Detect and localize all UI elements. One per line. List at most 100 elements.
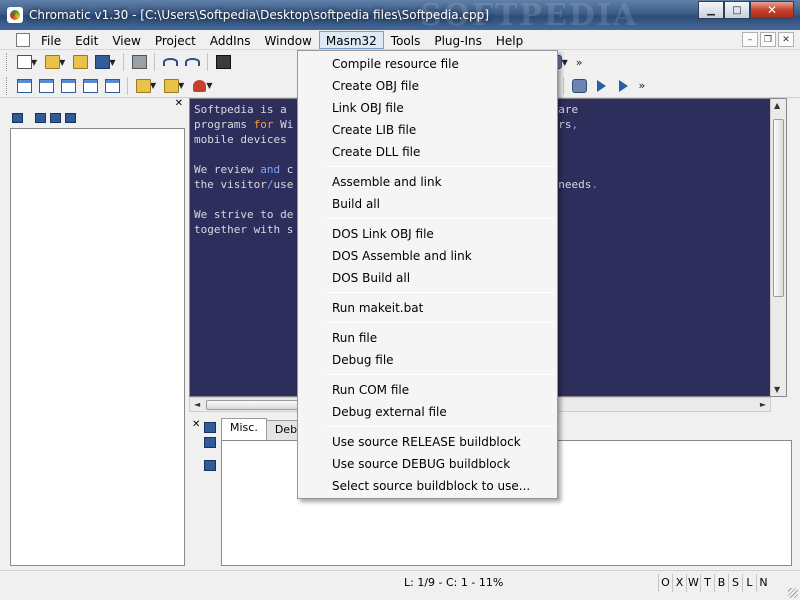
view-panel-3-button[interactable]: [57, 76, 79, 96]
menu-item-select-source-buildblock-to-use[interactable]: Select source buildblock to use...: [298, 475, 557, 497]
more-icon[interactable]: »: [638, 79, 645, 92]
resize-grip-icon[interactable]: [788, 588, 798, 598]
vertical-scrollbar[interactable]: ▲ ▼: [770, 99, 786, 396]
run-button[interactable]: [590, 76, 612, 96]
menu-item-link-obj-file[interactable]: Link OBJ file: [298, 97, 557, 119]
toolbar-grip[interactable]: [6, 53, 9, 71]
undo-button[interactable]: [159, 52, 181, 72]
menu-item-dos-assemble-and-link[interactable]: DOS Assemble and link: [298, 245, 557, 267]
toolbar-separator: [154, 53, 156, 71]
scroll-left-icon[interactable]: ◄: [194, 400, 200, 409]
output-tool-icon[interactable]: [204, 460, 216, 471]
menu-item-run-file[interactable]: Run file: [298, 327, 557, 349]
open-folder-button[interactable]: [69, 52, 91, 72]
view-panel-1-button[interactable]: [13, 76, 35, 96]
menu-separator: [326, 166, 555, 167]
status-flag: N: [756, 574, 770, 592]
menu-file[interactable]: File: [34, 31, 68, 49]
mdi-controls: – ❐ ✕: [742, 32, 794, 47]
mdi-close-button[interactable]: ✕: [778, 32, 794, 47]
toolbar-separator: [127, 76, 128, 95]
masm32-dropdown-menu: Compile resource file Create OBJ file Link…: [297, 50, 558, 499]
menu-item-dos-build-all[interactable]: DOS Build all: [298, 267, 557, 289]
play-icon: [596, 79, 606, 92]
output-tool-icon[interactable]: [204, 437, 216, 448]
redo-button[interactable]: [181, 52, 203, 72]
code-token: ,: [571, 118, 579, 131]
compile-button[interactable]: [568, 76, 590, 96]
play-icon: [618, 79, 628, 92]
print-button[interactable]: [128, 52, 150, 72]
more-icon[interactable]: »: [576, 56, 583, 69]
menu-separator: [326, 322, 555, 323]
menu-item-compile-resource-file[interactable]: Compile resource file: [298, 53, 557, 75]
menu-addins[interactable]: AddIns: [203, 31, 258, 49]
view-panel-4-button[interactable]: [79, 76, 101, 96]
close-icon[interactable]: ✕: [175, 98, 183, 109]
vertical-scroll-thumb[interactable]: [773, 119, 784, 297]
menu-item-create-dll-file[interactable]: Create DLL file: [298, 141, 557, 163]
scroll-down-icon[interactable]: ▼: [774, 385, 780, 394]
menu-item-create-obj-file[interactable]: Create OBJ file: [298, 75, 557, 97]
project-folder-button[interactable]: [132, 76, 154, 96]
toolbar-separator: [563, 76, 565, 95]
save-button[interactable]: [91, 52, 113, 72]
menu-item-run-makeit-bat[interactable]: Run makeit.bat: [298, 297, 557, 319]
window-icon: [82, 78, 98, 93]
menu-item-assemble-and-link[interactable]: Assemble and link: [298, 171, 557, 193]
favorites-button[interactable]: [188, 76, 210, 96]
close-icon[interactable]: ✕: [192, 419, 200, 430]
menu-item-debug-file[interactable]: Debug file: [298, 349, 557, 371]
link-icon[interactable]: [65, 113, 76, 123]
cut-button[interactable]: [212, 52, 234, 72]
menu-item-use-source-release-buildblock[interactable]: Use source RELEASE buildblock: [298, 431, 557, 453]
save-icon: [94, 55, 110, 69]
menu-help[interactable]: Help: [489, 31, 530, 49]
maximize-button[interactable]: □: [724, 1, 750, 19]
tab-misc[interactable]: Misc.: [221, 418, 267, 440]
scroll-up-icon[interactable]: ▲: [774, 101, 780, 110]
menu-item-build-all[interactable]: Build all: [298, 193, 557, 215]
window-controls: ▁ □ ✕: [698, 1, 794, 19]
menu-item-create-lib-file[interactable]: Create LIB file: [298, 119, 557, 141]
mdi-restore-button[interactable]: ❐: [760, 32, 776, 47]
new-file-icon: [16, 55, 32, 69]
folder-icon: [163, 78, 179, 93]
toolbar-grip[interactable]: [6, 76, 9, 95]
next-icon[interactable]: [50, 113, 61, 123]
menu-project[interactable]: Project: [148, 31, 203, 49]
menu-tools[interactable]: Tools: [384, 31, 428, 49]
menu-item-debug-external-file[interactable]: Debug external file: [298, 401, 557, 423]
close-button[interactable]: ✕: [750, 1, 794, 19]
view-panel-5-button[interactable]: [101, 76, 123, 96]
menu-edit[interactable]: Edit: [68, 31, 105, 49]
cursor-position: L: 1/9 - C: 1 - 11%: [404, 576, 504, 589]
minimize-button[interactable]: ▁: [698, 1, 724, 19]
status-flag: X: [672, 574, 686, 592]
expand-icon[interactable]: [35, 113, 46, 123]
menu-masm32[interactable]: Masm32: [318, 30, 384, 49]
app-icon[interactable]: [7, 7, 23, 23]
output-tool-icon[interactable]: [204, 422, 216, 433]
project-tree[interactable]: [10, 128, 185, 566]
mdi-minimize-button[interactable]: –: [742, 32, 758, 47]
status-flag: L: [742, 574, 756, 592]
scroll-right-icon[interactable]: ►: [760, 400, 766, 409]
new-file-button[interactable]: [13, 52, 35, 72]
document-icon[interactable]: [16, 32, 30, 47]
run-debug-button[interactable]: [612, 76, 634, 96]
code-token: programs: [194, 118, 254, 131]
menu-item-use-source-debug-buildblock[interactable]: Use source DEBUG buildblock: [298, 453, 557, 475]
open-button[interactable]: [41, 52, 63, 72]
project-panel: ✕: [8, 98, 185, 566]
recent-folder-button[interactable]: [160, 76, 182, 96]
menu-item-run-com-file[interactable]: Run COM file: [298, 379, 557, 401]
view-panel-2-button[interactable]: [35, 76, 57, 96]
collapse-icon[interactable]: [12, 113, 23, 123]
code-token: Softpedia is a: [194, 103, 294, 116]
menu-window[interactable]: Window: [258, 31, 319, 49]
toolbar-separator: [123, 53, 125, 71]
menu-view[interactable]: View: [105, 31, 147, 49]
menu-item-dos-link-obj-file[interactable]: DOS Link OBJ file: [298, 223, 557, 245]
menu-plugins[interactable]: Plug-Ins: [427, 31, 489, 49]
